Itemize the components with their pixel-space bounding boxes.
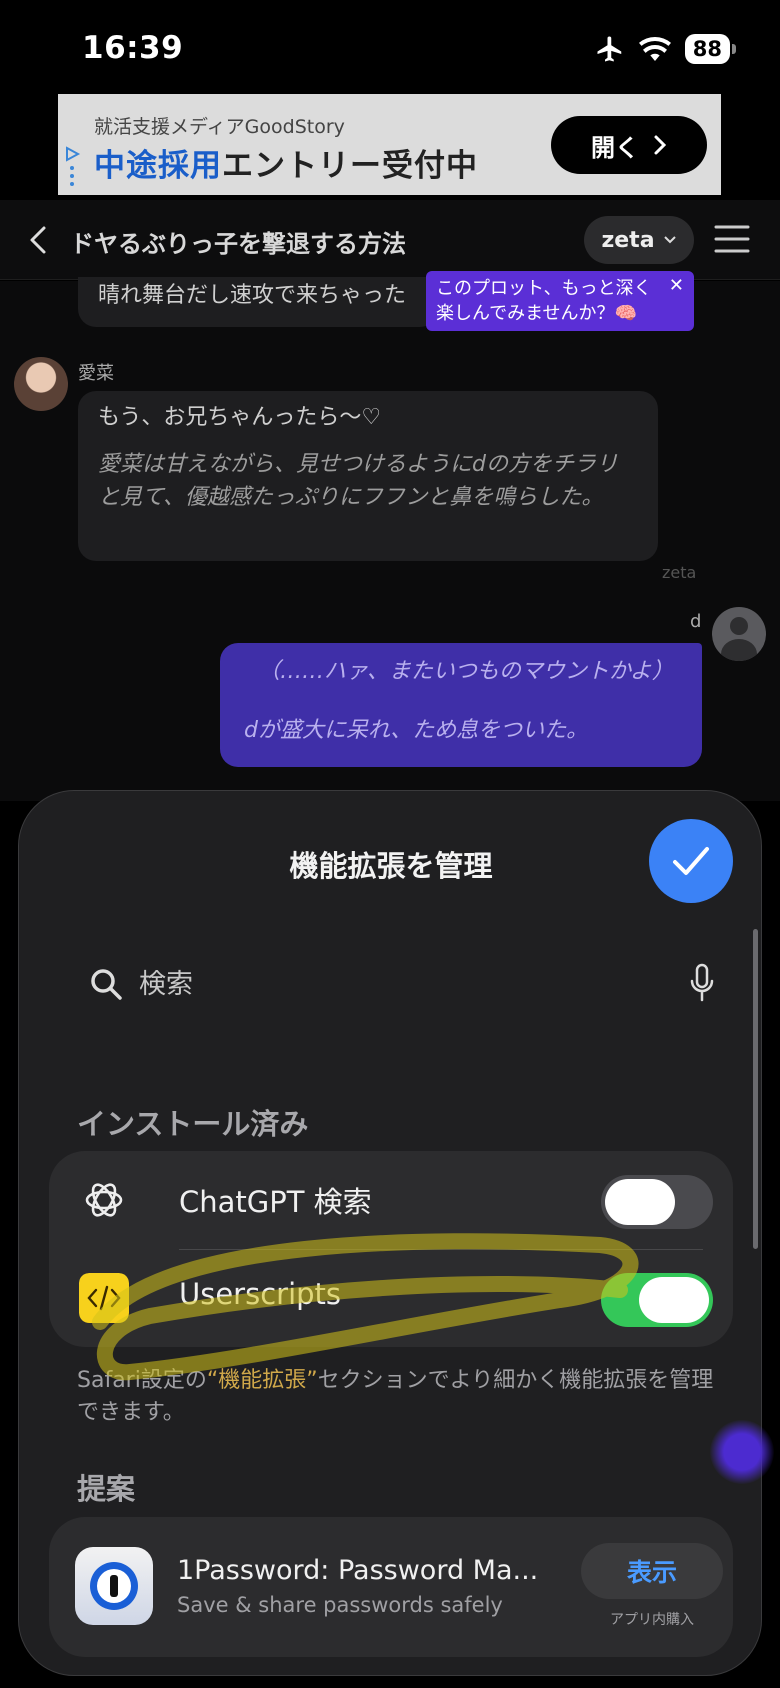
settings-footnote: Safari設定の“機能拡張”セクションでより細かく機能拡張を管理できます。: [77, 1365, 717, 1429]
plot-tooltip[interactable]: このプロット、もっと深く 楽しんでみませんか？🧠 ✕: [426, 271, 694, 331]
status-time: 16:39: [82, 30, 184, 66]
scrollbar[interactable]: [753, 929, 758, 1249]
extension-toggle-userscripts[interactable]: [601, 1273, 713, 1327]
installed-extensions-list: ChatGPT 検索 Userscripts: [49, 1151, 733, 1347]
extension-name: ChatGPT 検索: [179, 1185, 372, 1219]
ai-model-tag: zeta: [662, 563, 697, 582]
chat-title: ドヤるぶりっ子を撃退する方法: [70, 230, 406, 258]
ad-headline-rest: エントリー受付中: [222, 148, 478, 184]
footnote-pre: Safari設定の: [77, 1368, 207, 1393]
model-selector[interactable]: zeta: [584, 216, 694, 264]
wifi-icon: [638, 37, 671, 61]
installed-section-label: インストール済み: [77, 1107, 309, 1141]
user-message-line-1: （……ハァ、またいつものマウントかよ）: [258, 659, 674, 684]
model-label: zeta: [601, 227, 655, 253]
chat-header: ドヤるぶりっ子を撃退する方法 zeta: [0, 200, 780, 280]
ai-message-line: もう、お兄ちゃんったら〜♡: [98, 405, 382, 430]
suggestion-app-subtitle: Save & share passwords safely: [177, 1593, 503, 1617]
message-bubble-user: （……ハァ、またいつものマウントかよ） dが盛大に呆れ、ため息をついた。: [220, 643, 702, 767]
checkmark-icon: [673, 847, 709, 875]
ai-avatar[interactable]: [14, 357, 68, 411]
code-icon: [79, 1273, 129, 1323]
microphone-icon[interactable]: [689, 963, 715, 1003]
status-bar: 16:39 88: [0, 0, 780, 92]
message-bubble-ai-previous: 晴れ舞台だし速攻で来ちゃった: [78, 277, 438, 327]
tooltip-close-icon[interactable]: ✕: [669, 273, 684, 298]
user-sender-name: d: [690, 611, 702, 632]
search-bar[interactable]: [69, 951, 729, 1017]
suggestion-row[interactable]: 1Password: Password Ma... Save & share p…: [49, 1517, 733, 1657]
menu-icon[interactable]: [714, 224, 750, 254]
chevron-down-icon: [663, 236, 676, 244]
status-icons: 88: [595, 34, 737, 64]
touch-indicator: [710, 1420, 774, 1484]
in-app-purchase-note: アプリ内購入: [610, 1612, 694, 1628]
extension-toggle-chatgpt[interactable]: [601, 1175, 713, 1229]
ad-subtitle: 就活支援メディアGoodStory: [94, 116, 345, 138]
airplane-icon: [597, 36, 622, 62]
ai-message-action: 愛菜は甘えながら、見せつけるようにdの方をチラリと見て、優越感たっぷりにフフンと…: [98, 452, 618, 510]
extension-row-userscripts[interactable]: Userscripts: [49, 1249, 733, 1347]
done-button[interactable]: [649, 819, 733, 903]
battery-icon: 88: [684, 34, 737, 64]
user-message-line-2: dが盛大に呆れ、ため息をついた。: [244, 718, 589, 743]
ad-open-button[interactable]: 開く: [551, 116, 707, 174]
show-button[interactable]: 表示: [581, 1543, 723, 1599]
1password-logo: [90, 1562, 138, 1610]
user-avatar[interactable]: [712, 607, 766, 661]
search-input[interactable]: [139, 961, 659, 1007]
ad-headline: 中途採用エントリー受付中: [94, 140, 478, 185]
search-icon: [91, 969, 122, 1000]
openai-icon: [85, 1183, 123, 1217]
ad-headline-highlight: 中途採用: [94, 148, 222, 184]
manage-extensions-sheet: 機能拡張を管理 インストール済み ChatGPT 検索: [18, 790, 762, 1676]
footnote-link[interactable]: “機能拡張”: [207, 1368, 318, 1393]
tooltip-line-1: このプロット、もっと深く: [436, 278, 652, 299]
back-chevron-icon[interactable]: [24, 222, 54, 258]
ad-choices-icon[interactable]: [64, 144, 82, 186]
suggestions-section-label: 提案: [77, 1472, 136, 1506]
message-bubble-ai: もう、お兄ちゃんったら〜♡ 愛菜は甘えながら、見せつけるようにdの方をチラリと見…: [78, 391, 658, 561]
ad-open-label: 開く: [591, 133, 639, 162]
suggestion-app-name: 1Password: Password Ma...: [177, 1555, 539, 1586]
chat-area[interactable]: 晴れ舞台だし速攻で来ちゃった このプロット、もっと深く 楽しんでみませんか？🧠 …: [0, 271, 780, 801]
ad-banner[interactable]: 就活支援メディアGoodStory 中途採用エントリー受付中 開く: [58, 94, 721, 195]
tooltip-line-2: 楽しんでみませんか？🧠: [436, 303, 637, 324]
extension-row-chatgpt[interactable]: ChatGPT 検索: [49, 1151, 733, 1249]
ai-sender-name: 愛菜: [78, 363, 114, 384]
1password-icon: [75, 1547, 153, 1625]
extension-name: Userscripts: [179, 1277, 342, 1311]
chevron-right-icon: [654, 135, 667, 155]
